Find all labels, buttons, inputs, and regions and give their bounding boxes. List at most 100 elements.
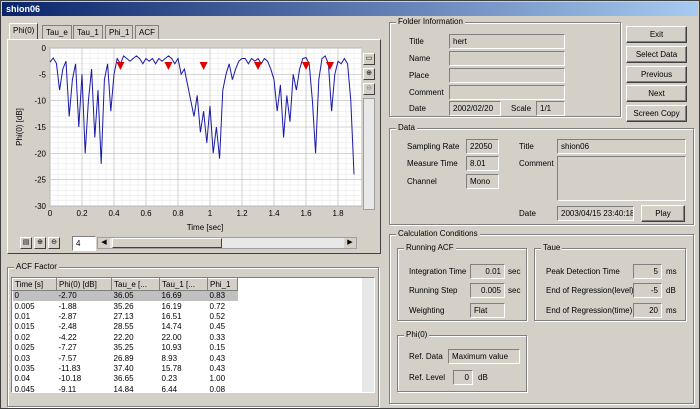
next-button[interactable]: Next	[626, 85, 687, 102]
table-row[interactable]: 0.025 -7.27 35.25 10.93 0.15	[13, 342, 238, 352]
folder-date-field: 2002/02/20	[449, 101, 501, 116]
folder-comment-label: Comment	[409, 88, 444, 97]
folder-place-label: Place	[409, 71, 430, 80]
table-cell: 22.20	[113, 332, 134, 342]
table-cell: 0.08	[209, 384, 226, 393]
table-cell: 0.23	[161, 374, 178, 384]
integration-time-field: 0.01	[470, 264, 505, 279]
table-cell: 0.43	[209, 353, 226, 363]
tab-tau-e[interactable]: Tau_e	[42, 25, 72, 40]
y-tick-label: 0	[42, 44, 47, 53]
data-title: Data	[396, 123, 417, 132]
x-tick-label: 1.6	[300, 209, 312, 218]
horizontal-scrollbar[interactable]: ◀ ▶	[97, 237, 357, 249]
y-tick-label: -5	[39, 70, 47, 79]
table-cell: 0.15	[209, 343, 226, 353]
table-cell: 0.015	[14, 322, 35, 332]
vertical-scrollbar[interactable]	[363, 98, 375, 210]
table-cell: -2.48	[58, 322, 77, 332]
window-title: shion06	[2, 2, 698, 16]
table-row[interactable]: 0.02 -4.22 22.20 22.00 0.33	[13, 332, 238, 342]
folder-date-label: Date	[409, 104, 426, 113]
table-cell: 14.84	[113, 384, 134, 393]
running-acf-title: Running ACF	[404, 243, 456, 252]
table-cell: -11.83	[58, 363, 81, 373]
table-cell: 0.83	[207, 290, 238, 301]
folder-title-field: hert	[449, 34, 565, 49]
table-cell: -4.22	[58, 332, 77, 342]
table-row[interactable]: 0.01 -2.87 27.13 16.51 0.52	[13, 311, 238, 321]
table-cell: 0.01	[14, 311, 31, 321]
table-row[interactable]: 0.045 -9.11 14.84 6.44 0.08	[13, 384, 238, 393]
h-zoom-in-icon[interactable]: ⊕	[34, 237, 46, 249]
acf-table-scrollbar[interactable]	[362, 278, 374, 392]
y-tick-label: -10	[34, 97, 46, 106]
acf-column-header[interactable]: Tau_1 [...	[159, 278, 208, 291]
exit-button[interactable]: Exit	[626, 26, 687, 43]
table-cell: 36.05	[111, 290, 160, 301]
peak-detection-unit: ms	[666, 267, 677, 276]
weighting-field: Flat	[470, 303, 505, 318]
scroll-left-icon[interactable]: ◀	[98, 238, 110, 248]
select-data-button[interactable]: Select Data	[626, 46, 687, 63]
integration-time-unit: sec	[508, 267, 521, 276]
table-row[interactable]: 0.03 -7.57 26.89 8.93 0.43	[13, 353, 238, 363]
ref-level-label: Ref. Level	[409, 373, 446, 382]
acf-column-header[interactable]: Time [s]	[12, 278, 57, 291]
zoom-level-field[interactable]: 4	[72, 236, 96, 251]
y-axis-label: Phi(0) [dB]	[15, 108, 24, 146]
table-cell: 0.04	[14, 374, 31, 384]
tab-phi-1[interactable]: Phi_1	[105, 25, 134, 40]
table-cell: 0.43	[209, 363, 226, 373]
acf-column-header[interactable]: Tau_e [...	[111, 278, 160, 291]
screen-copy-button[interactable]: Screen Copy	[626, 105, 687, 122]
table-row[interactable]: 0.035 -11.83 37.40 15.78 0.43	[13, 363, 238, 373]
table-cell: -1.88	[58, 301, 77, 311]
zoom-in-icon[interactable]: ⊕	[363, 68, 375, 80]
zoom-out-icon[interactable]: ⊖	[363, 83, 375, 95]
tab-phi0[interactable]: Phi(0)	[9, 23, 39, 40]
table-cell: 10.93	[161, 343, 182, 353]
data-title-label: Title	[519, 142, 534, 151]
x-ticks: 0 0.2 0.4 0.6 0.8 1 1.2 1.4 1.6 1.8	[48, 209, 344, 218]
folder-info-title: Folder Information	[396, 17, 465, 26]
peak-detection-label: Peak Detection Time	[546, 267, 620, 276]
table-cell: 0.33	[209, 332, 226, 342]
play-button[interactable]: Play	[641, 205, 685, 222]
x-tick-label: 1.2	[236, 209, 248, 218]
fit-icon[interactable]: ▭	[363, 53, 375, 65]
folder-comment-field	[449, 85, 565, 100]
folder-name-field	[449, 51, 565, 66]
end-time-label: End of Regression(time)	[546, 306, 633, 315]
scroll-thumb[interactable]	[112, 238, 222, 248]
table-row[interactable]: 0 -2.70 36.05 16.69 0.83	[12, 290, 238, 301]
x-tick-label: 1	[208, 209, 213, 218]
table-cell: -9.11	[58, 384, 77, 393]
y-tick-label: -20	[34, 149, 46, 158]
table-row[interactable]: 0.005 -1.88 35.26 16.19 0.72	[13, 301, 238, 311]
table-cell: 26.89	[113, 353, 134, 363]
table-row[interactable]: 0.04 -10.18 36.65 0.23 1.00	[13, 374, 238, 384]
folder-scale-label: Scale	[511, 104, 532, 113]
previous-button[interactable]: Previous	[626, 66, 687, 83]
table-cell: 0.52	[209, 311, 226, 321]
acf-column-header[interactable]: Phi(0) [dB]	[56, 278, 112, 291]
table-cell: 27.13	[113, 311, 134, 321]
ref-data-field: Maximum value	[448, 349, 520, 364]
table-cell: 0.03	[14, 353, 31, 363]
tab-acf[interactable]: ACF	[135, 25, 159, 40]
table-cell: 6.44	[161, 384, 178, 393]
x-tick-label: 1.8	[332, 209, 344, 218]
scroll-right-icon[interactable]: ▶	[344, 238, 356, 248]
channel-field: Mono	[466, 174, 499, 189]
weighting-label: Weighting	[409, 306, 445, 315]
h-zoom-out-icon[interactable]: ⊖	[48, 237, 60, 249]
table-row[interactable]: 0.015 -2.48 28.55 14.74 0.45	[13, 322, 238, 332]
table-cell: 8.93	[161, 353, 178, 363]
tab-tau-1[interactable]: Tau_1	[73, 25, 103, 40]
x-axis-label: Time [sec]	[187, 223, 224, 232]
end-level-field: -5	[633, 283, 662, 298]
acf-column-header[interactable]: Phi_1	[207, 278, 238, 291]
x-tick-label: 0.6	[140, 209, 152, 218]
fit-view-icon[interactable]: ▤	[20, 237, 32, 249]
